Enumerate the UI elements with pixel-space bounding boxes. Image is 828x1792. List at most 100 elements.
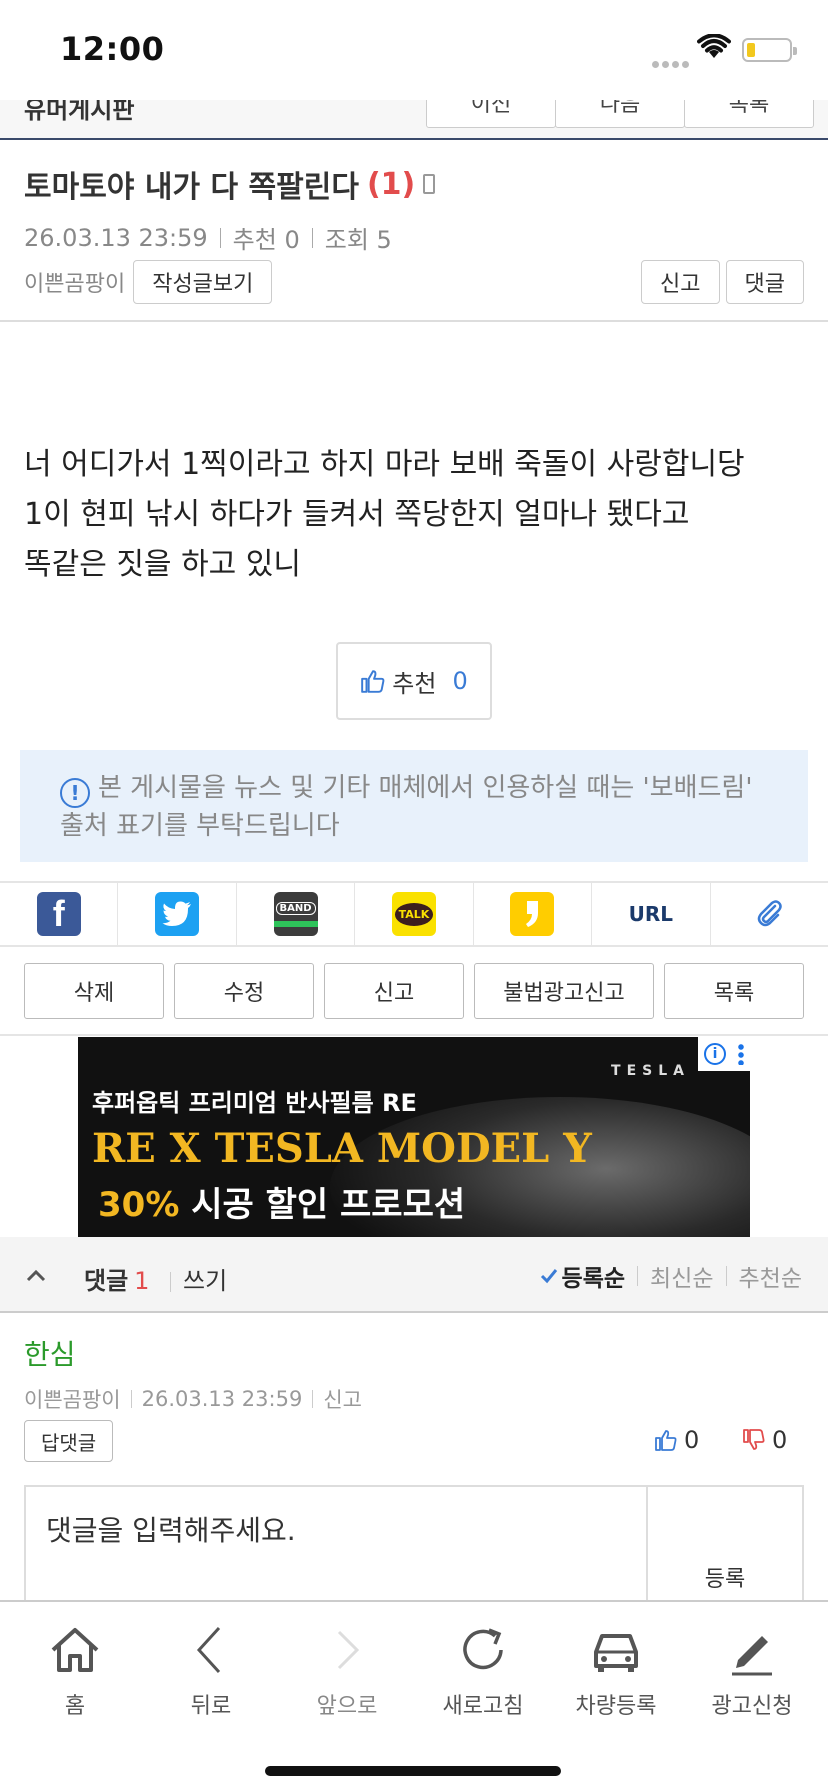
wifi-icon: [697, 34, 731, 58]
comment-button[interactable]: 댓글: [725, 260, 804, 304]
pencil-icon: [732, 1636, 772, 1676]
delete-button[interactable]: 삭제: [24, 963, 164, 1019]
share-band[interactable]: BAND: [237, 883, 356, 945]
nav-forward[interactable]: 앞으로: [287, 1620, 407, 1720]
paperclip-icon: [757, 900, 782, 927]
share-kakaotalk[interactable]: TALK: [355, 883, 474, 945]
post-body-line: 똑같은 짓을 하고 있니: [24, 547, 302, 582]
comments-label: 댓글 1: [84, 1267, 150, 1295]
comment-date: 26.03.13 23:59: [141, 1387, 303, 1411]
recommend-button[interactable]: 추천 0: [336, 642, 492, 720]
share-url[interactable]: URL: [592, 883, 711, 945]
post-recommend: 추천 0: [232, 226, 300, 254]
recommend-count: 0: [452, 667, 468, 695]
thumbs-up-icon: [361, 670, 385, 693]
comment-user[interactable]: 이쁜곰팡이: [24, 1384, 121, 1414]
sort-latest[interactable]: 최신순: [650, 1259, 713, 1293]
view-posts-button[interactable]: 작성글보기: [133, 260, 273, 304]
status-time: 12:00: [60, 30, 165, 68]
sort-group: 등록순 최신순 추천순: [540, 1259, 802, 1293]
ad-line3: 30% 시공 할인 프로모션: [98, 1185, 466, 1225]
sort-registered[interactable]: 등록순: [540, 1259, 625, 1293]
mobile-icon: [423, 174, 436, 194]
chevron-right-icon: [337, 1630, 360, 1670]
thumbs-up-icon: [655, 1430, 677, 1451]
post-author[interactable]: 이쁜곰팡이: [24, 266, 125, 298]
action-row: 삭제 수정 신고 불법광고신고 목록: [24, 963, 804, 1019]
chevron-up-icon[interactable]: [26, 1265, 46, 1285]
refresh-icon: [463, 1628, 503, 1670]
nav-refresh[interactable]: 새로고침: [423, 1620, 543, 1720]
battery-icon: [742, 38, 797, 62]
share-kakaostory[interactable]: [474, 883, 593, 945]
home-indicator: [265, 1766, 561, 1776]
nav-register-car[interactable]: 차량등록: [556, 1620, 676, 1720]
url-label: URL: [628, 902, 674, 926]
post-views: 조회 5: [324, 226, 392, 254]
info-icon[interactable]: i: [704, 1043, 726, 1065]
notice-box: ! 본 게시물을 뉴스 및 기타 매체에서 인용하실 때는 '보배드림' 출처 표…: [20, 750, 808, 862]
band-icon: BAND: [273, 892, 318, 936]
write-comment-link[interactable]: 쓰기: [170, 1261, 227, 1296]
share-facebook[interactable]: f: [0, 883, 119, 945]
report-button[interactable]: 신고: [641, 260, 720, 304]
comment-author: 한심: [24, 1338, 76, 1371]
list-button[interactable]: 목록: [664, 963, 804, 1019]
comment-textarea[interactable]: 댓글을 입력해주세요.: [26, 1487, 648, 1603]
post-body: 너 어디가서 1찍이라고 하지 마라 보배 죽돌이 사랑합니당 1이 현피 낚시…: [24, 440, 814, 590]
board-name[interactable]: 유머게시판: [24, 100, 134, 125]
post-comment-count[interactable]: (1): [367, 167, 415, 202]
comment-report[interactable]: 신고: [323, 1384, 362, 1414]
bottom-nav: 홈 뒤로 앞으로 새로고침 차량등록 광고신청: [0, 1600, 828, 1792]
author-row: 이쁜곰팡이 작성글보기 신고 댓글: [24, 259, 804, 305]
more-icon[interactable]: [738, 1043, 744, 1065]
post-date: 26.03.13 23:59: [24, 223, 208, 252]
report-post-button[interactable]: 신고: [324, 963, 464, 1019]
facebook-icon: f: [36, 892, 81, 936]
ad-line1: 후퍼옵틱 프리미엄 반사필름 RE: [92, 1089, 417, 1117]
car-icon: [594, 1634, 638, 1672]
share-attach[interactable]: [711, 883, 828, 945]
chevron-left-icon: [196, 1626, 221, 1674]
edit-button[interactable]: 수정: [174, 963, 314, 1019]
reply-button[interactable]: 답댓글: [24, 1420, 114, 1462]
sort-recommended[interactable]: 추천순: [739, 1259, 802, 1293]
post-body-line: 너 어디가서 1찍이라고 하지 마라 보배 죽돌이 사랑합니당: [24, 447, 745, 482]
post-title: 토마토야 내가 다 쪽팔린다: [24, 170, 359, 205]
ad-brand: TESLA: [611, 1063, 690, 1079]
divider: [0, 1034, 828, 1036]
report-spam-button[interactable]: 불법광고신고: [474, 963, 654, 1019]
board-nav: 유머게시판 이전 다음 목록: [0, 100, 828, 140]
ad-line2: RE X TESLA MODEL Y: [92, 1125, 592, 1172]
nav-back[interactable]: 뒤로: [151, 1620, 271, 1720]
nav-home[interactable]: 홈: [15, 1620, 135, 1720]
ad-info[interactable]: i: [698, 1037, 750, 1071]
recommend-label: 추천: [392, 669, 437, 698]
thumbs-down-icon: [743, 1429, 765, 1450]
prev-post-button[interactable]: 이전: [426, 100, 556, 128]
nav-ad-request[interactable]: 광고신청: [692, 1620, 812, 1720]
submit-comment-button[interactable]: 등록: [648, 1487, 802, 1603]
comment-input-box: 댓글을 입력해주세요. 등록: [24, 1485, 804, 1605]
post-meta: 26.03.13 23:59 추천 0 조회 5: [24, 220, 392, 255]
signal-dots-icon: [652, 53, 692, 72]
comment-dislike[interactable]: 0: [742, 1426, 787, 1454]
next-post-button[interactable]: 다음: [555, 100, 685, 128]
share-twitter[interactable]: [118, 883, 237, 945]
list-button-top[interactable]: 목록: [684, 100, 814, 128]
check-icon: [540, 1269, 557, 1284]
kakaotalk-icon: TALK: [391, 892, 436, 936]
ad-banner[interactable]: TESLA 후퍼옵틱 프리미엄 반사필름 RE RE X TESLA MODEL…: [78, 1037, 750, 1237]
divider: [0, 320, 828, 322]
home-icon: [51, 1628, 99, 1672]
exclamation-icon: !: [60, 778, 90, 808]
status-bar: 12:00: [0, 0, 828, 100]
comment-like[interactable]: 0: [654, 1426, 699, 1454]
comment-meta: 이쁜곰팡이 26.03.13 23:59 신고: [24, 1384, 362, 1414]
post-title-row: 토마토야 내가 다 쪽팔린다 (1): [24, 162, 436, 206]
comment-header: 댓글 1 쓰기 등록순 최신순 추천순: [0, 1237, 828, 1313]
twitter-icon: [155, 892, 200, 936]
kakaostory-icon: [510, 892, 555, 936]
share-row: f BAND TALK URL: [0, 881, 828, 947]
notice-text: 본 게시물을 뉴스 및 기타 매체에서 인용하실 때는 '보배드림' 출처 표기…: [60, 773, 753, 841]
